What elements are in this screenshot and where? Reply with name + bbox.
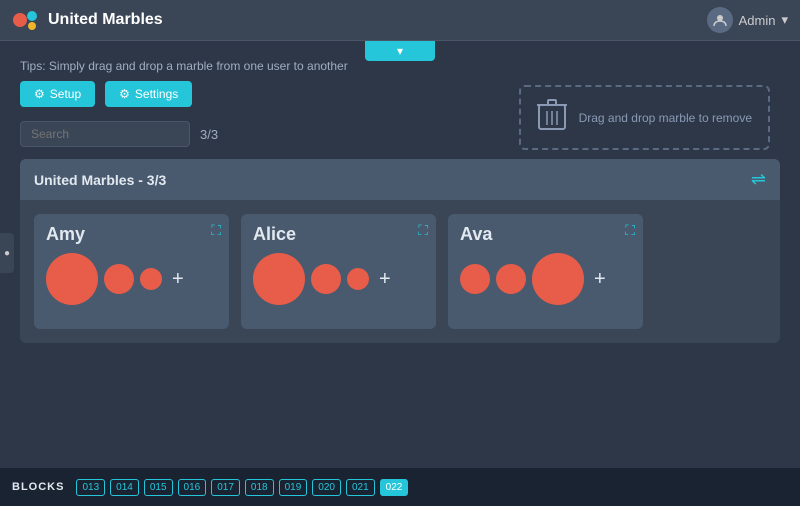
card-expand-icon: ⛶ — [211, 222, 221, 239]
user-card-name: Ava — [460, 224, 631, 245]
setup-icon: ⚙ — [34, 87, 45, 101]
block-badge[interactable]: 014 — [110, 479, 139, 496]
user-card[interactable]: ⛶Alice + — [241, 214, 436, 329]
header: United Marbles Admin ▾ — [0, 0, 800, 41]
search-input[interactable] — [20, 121, 190, 147]
add-marble-button[interactable]: + — [172, 268, 184, 291]
blocks-label: BLOCKS — [12, 481, 64, 493]
dropdown-arrow-icon: ▾ — [397, 44, 403, 58]
settings-icon: ⚙ — [119, 87, 130, 101]
group-sort-icon[interactable]: ⇌ — [751, 169, 766, 190]
block-badge[interactable]: 018 — [245, 479, 274, 496]
block-badge[interactable]: 013 — [76, 479, 105, 496]
marbles-container: + — [253, 253, 424, 305]
setup-button[interactable]: ⚙ Setup — [20, 81, 95, 107]
app-title: United Marbles — [48, 11, 163, 29]
trash-label: Drag and drop marble to remove — [579, 111, 752, 125]
card-expand-icon: ⛶ — [625, 222, 635, 239]
main-content: Tips: Simply drag and drop a marble from… — [0, 41, 800, 353]
marble[interactable] — [347, 268, 369, 290]
marbles-container: + — [46, 253, 217, 305]
block-badge[interactable]: 019 — [279, 479, 308, 496]
dropdown-tab[interactable]: ▾ — [365, 41, 435, 61]
admin-avatar-icon — [707, 7, 733, 33]
search-count: 3/3 — [200, 127, 218, 142]
admin-label: Admin — [739, 13, 776, 28]
add-marble-button[interactable]: + — [594, 268, 606, 291]
side-toggle-icon: ● — [4, 248, 10, 259]
logo-icon — [12, 6, 40, 34]
marble[interactable] — [140, 268, 162, 290]
user-card-name: Amy — [46, 224, 217, 245]
marble[interactable] — [46, 253, 98, 305]
group-panel: United Marbles - 3/3 ⇌ ⛶Amy+⛶Alice+⛶Ava+ — [20, 159, 780, 343]
setup-label: Setup — [50, 87, 81, 101]
settings-button[interactable]: ⚙ Settings — [105, 81, 192, 107]
marble[interactable] — [311, 264, 341, 294]
block-badge[interactable]: 020 — [312, 479, 341, 496]
marbles-container: + — [460, 253, 631, 305]
card-expand-icon: ⛶ — [418, 222, 428, 239]
block-badge[interactable]: 016 — [178, 479, 207, 496]
marble[interactable] — [460, 264, 490, 294]
group-title: United Marbles - 3/3 — [34, 172, 166, 188]
side-toggle[interactable]: ● — [0, 233, 14, 273]
trash-icon — [537, 97, 567, 138]
cards-row: ⛶Amy+⛶Alice+⛶Ava+ — [20, 200, 780, 343]
blocks-bar: BLOCKS 013 014 015 016017 018 019020 021 022 — [0, 468, 800, 506]
blocks-container: 013 014 015 016017 018 019020 021 022 — [76, 479, 408, 496]
user-card[interactable]: ⛶Ava + — [448, 214, 643, 329]
marble[interactable] — [496, 264, 526, 294]
block-badge[interactable]: 017 — [211, 479, 240, 496]
user-card[interactable]: ⛶Amy + — [34, 214, 229, 329]
block-badge[interactable]: 021 — [346, 479, 375, 496]
marble[interactable] — [532, 253, 584, 305]
header-left: United Marbles — [12, 6, 163, 34]
settings-label: Settings — [135, 87, 178, 101]
marble[interactable] — [104, 264, 134, 294]
block-badge[interactable]: 015 — [144, 479, 173, 496]
add-marble-button[interactable]: + — [379, 268, 391, 291]
admin-menu[interactable]: Admin ▾ — [707, 7, 788, 33]
trash-drop-area: Drag and drop marble to remove — [519, 85, 770, 150]
block-badge[interactable]: 022 — [380, 479, 409, 496]
group-header: United Marbles - 3/3 ⇌ — [20, 159, 780, 200]
admin-chevron-icon: ▾ — [781, 12, 788, 28]
marble[interactable] — [253, 253, 305, 305]
user-card-name: Alice — [253, 224, 424, 245]
